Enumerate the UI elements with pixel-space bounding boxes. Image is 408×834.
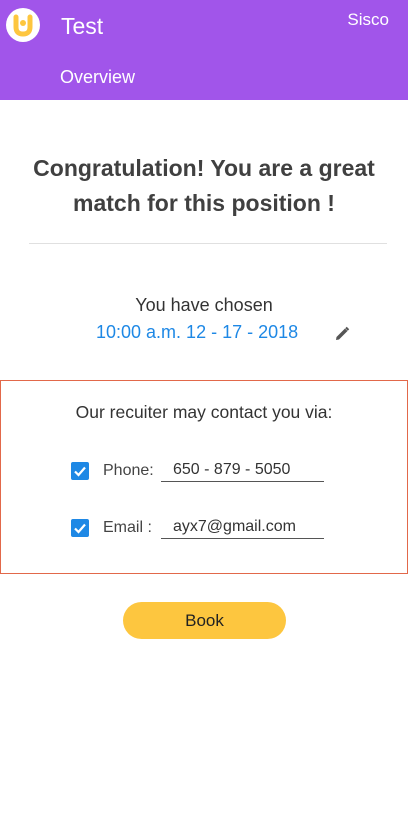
divider: [29, 243, 387, 244]
brand-logo-icon[interactable]: [6, 8, 40, 42]
email-label: Email :: [103, 519, 152, 536]
phone-label: Phone:: [103, 462, 154, 479]
tab-overview[interactable]: Overview: [60, 67, 135, 88]
email-field[interactable]: ayx7@gmail.com: [161, 517, 324, 539]
chosen-label: You have chosen: [135, 295, 273, 315]
phone-field[interactable]: 650 - 879 - 5050: [161, 460, 324, 482]
email-checkbox[interactable]: [71, 519, 89, 537]
contact-title: Our recuiter may contact you via:: [75, 402, 333, 422]
app-header: Test Sisco Overview: [0, 0, 408, 100]
contact-preferences-panel: Our recuiter may contact you via: Phone:…: [0, 380, 408, 574]
app-title: Test: [61, 13, 104, 39]
page-headline: Congratulation! You are a great match fo…: [33, 155, 375, 216]
user-name[interactable]: Sisco: [347, 10, 389, 30]
phone-checkbox[interactable]: [71, 462, 89, 480]
pencil-icon[interactable]: [333, 325, 351, 343]
chosen-time-link[interactable]: 10:00 a.m. 12 - 17 - 2018: [96, 322, 298, 343]
book-button[interactable]: Book: [123, 602, 286, 639]
